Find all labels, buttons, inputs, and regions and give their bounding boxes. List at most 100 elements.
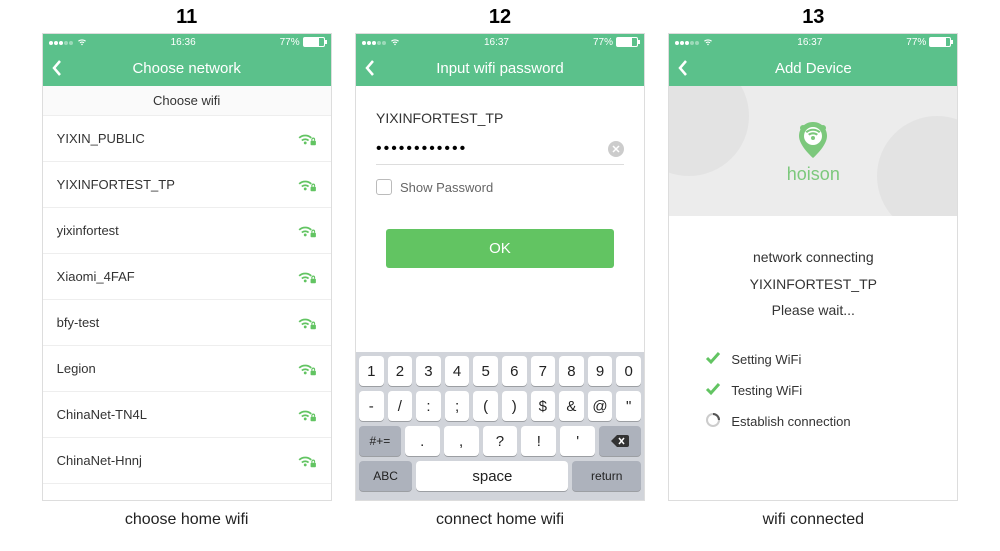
- keyboard-key[interactable]: $: [531, 391, 556, 421]
- ok-button[interactable]: OK: [386, 229, 614, 268]
- battery-icon: [929, 37, 951, 47]
- nav-title: Add Device: [669, 60, 957, 77]
- close-icon: [612, 145, 620, 153]
- keyboard-key[interactable]: .: [405, 426, 440, 456]
- keyboard-key[interactable]: @: [588, 391, 613, 421]
- keyboard-key[interactable]: #+=: [359, 426, 401, 456]
- check-icon: [705, 350, 721, 369]
- signal-dots-icon: [675, 37, 700, 48]
- keyboard-key[interactable]: 0: [616, 356, 641, 386]
- wifi-row[interactable]: YIXINFORTEST_TP: [43, 162, 331, 208]
- caption: choose home wifi: [42, 501, 332, 529]
- keyboard-key[interactable]: :: [416, 391, 441, 421]
- keyboard-key[interactable]: 7: [531, 356, 556, 386]
- status-time: 16:37: [484, 37, 509, 48]
- wifi-row[interactable]: YIXIN_PUBLIC: [43, 116, 331, 162]
- nav-title: Input wifi password: [356, 60, 644, 77]
- nav-title: Choose network: [43, 60, 331, 77]
- wifi-name: ChinaNet-Hnnj: [57, 453, 142, 468]
- keyboard-key[interactable]: ;: [445, 391, 470, 421]
- wifi-name: ChinaNet-TN4L: [57, 407, 147, 422]
- wifi-lock-icon: [297, 453, 317, 469]
- caption: wifi connected: [668, 501, 958, 529]
- wifi-lock-icon: [297, 407, 317, 423]
- phone-screen-2: 16:37 77% Input wifi password YIXINFORTE…: [355, 33, 645, 501]
- signal-dots-icon: [362, 37, 387, 48]
- status-time: 16:37: [797, 37, 822, 48]
- brand-logo-icon: [791, 118, 835, 162]
- wifi-name: bfy-test: [57, 315, 100, 330]
- battery-pct: 77%: [906, 37, 926, 48]
- wifi-name: Legion: [57, 361, 96, 376]
- section-header: Choose wifi: [43, 86, 331, 116]
- keyboard-key[interactable]: &: [559, 391, 584, 421]
- wifi-list: YIXIN_PUBLIC YIXINFORTEST_TP yixinfortestX…: [43, 116, 331, 500]
- wifi-lock-icon: [297, 269, 317, 285]
- show-password-checkbox[interactable]: [376, 179, 392, 195]
- keyboard-key[interactable]: -: [359, 391, 384, 421]
- wifi-icon: [390, 38, 400, 46]
- keyboard-key[interactable]: /: [388, 391, 413, 421]
- keyboard-key[interactable]: 2: [388, 356, 413, 386]
- backspace-key[interactable]: [599, 426, 641, 456]
- wifi-name: YIXINFORTEST_TP: [57, 177, 175, 192]
- phone-screen-3: 16:37 77% Add Device: [668, 33, 958, 501]
- keyboard-key[interactable]: 3: [416, 356, 441, 386]
- wifi-lock-icon: [297, 131, 317, 147]
- password-input[interactable]: [376, 140, 608, 158]
- wifi-icon: [77, 38, 87, 46]
- step-number: 11: [42, 0, 332, 33]
- battery-icon: [303, 37, 325, 47]
- clear-input-button[interactable]: [608, 141, 624, 157]
- keyboard-key[interactable]: ,: [444, 426, 479, 456]
- keyboard-key[interactable]: 5: [473, 356, 498, 386]
- wifi-lock-icon: [297, 223, 317, 239]
- wifi-row[interactable]: bfy-test: [43, 300, 331, 346]
- wifi-row[interactable]: Xiaomi_4FAF: [43, 254, 331, 300]
- wifi-row[interactable]: ChinaNet-Hnnj: [43, 438, 331, 484]
- keyboard-key[interactable]: !: [521, 426, 556, 456]
- status-bar: 16:37 77%: [356, 34, 644, 50]
- keyboard-key[interactable]: 4: [445, 356, 470, 386]
- return-key[interactable]: return: [572, 461, 641, 491]
- battery-icon: [616, 37, 638, 47]
- status-bar: 16:36 77%: [43, 34, 331, 50]
- step-setting-wifi: Setting WiFi: [705, 344, 921, 375]
- status-bar: 16:37 77%: [669, 34, 957, 50]
- brand-logo-area: hoison: [669, 86, 957, 216]
- caption: connect home wifi: [355, 501, 645, 529]
- keyboard-key[interactable]: ": [616, 391, 641, 421]
- status-time: 16:36: [171, 37, 196, 48]
- keyboard-key[interactable]: 9: [588, 356, 613, 386]
- wifi-lock-icon: [297, 177, 317, 193]
- nav-bar: Add Device: [669, 50, 957, 86]
- battery-pct: 77%: [593, 37, 613, 48]
- keyboard-key[interactable]: ): [502, 391, 527, 421]
- show-password-label: Show Password: [400, 180, 493, 195]
- battery-pct: 77%: [280, 37, 300, 48]
- keyboard-key[interactable]: ?: [483, 426, 518, 456]
- brand-name: hoison: [787, 164, 840, 185]
- step-number: 13: [668, 0, 958, 33]
- space-key[interactable]: space: [416, 461, 568, 491]
- backspace-icon: [611, 435, 629, 447]
- phone-screen-1: 16:36 77% Choose network Choose wifi YIX…: [42, 33, 332, 501]
- wifi-icon: [703, 38, 713, 46]
- wifi-lock-icon: [297, 315, 317, 331]
- nav-bar: Choose network: [43, 50, 331, 86]
- wifi-row[interactable]: yixinfortest: [43, 208, 331, 254]
- wifi-row[interactable]: Legion: [43, 346, 331, 392]
- keyboard-key[interactable]: 1: [359, 356, 384, 386]
- step-testing-wifi: Testing WiFi: [705, 375, 921, 406]
- wifi-row[interactable]: ChinaNet-TN4L: [43, 392, 331, 438]
- wifi-lock-icon: [297, 361, 317, 377]
- step-establish-connection: Establish connection: [705, 406, 921, 437]
- keyboard-key[interactable]: 8: [559, 356, 584, 386]
- keyboard-key[interactable]: (: [473, 391, 498, 421]
- check-icon: [705, 381, 721, 400]
- keyboard-key[interactable]: ': [560, 426, 595, 456]
- keyboard-key[interactable]: ABC: [359, 461, 412, 491]
- keyboard: 1234567890 -/:;()$&@" #+=.,?!' ABCspacer…: [356, 352, 644, 500]
- spinner-icon: [705, 412, 721, 431]
- keyboard-key[interactable]: 6: [502, 356, 527, 386]
